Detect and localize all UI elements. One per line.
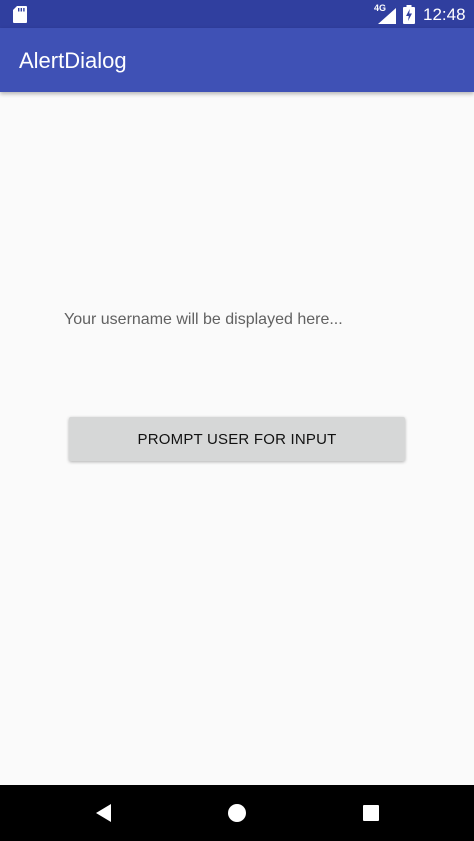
recent-apps-icon[interactable] <box>356 798 386 828</box>
app-bar: AlertDialog <box>0 28 474 92</box>
home-icon[interactable] <box>222 798 252 828</box>
cellular-signal: 4G <box>374 4 396 24</box>
clock: 12:48 <box>423 5 466 24</box>
battery-charging-icon <box>403 5 415 24</box>
phone-screen: 4G 12:48 AlertDialog Your username will … <box>0 0 474 841</box>
app-title: AlertDialog <box>19 48 127 73</box>
username-display-text: Your username will be displayed here... <box>64 311 343 328</box>
sd-card-icon <box>13 6 27 23</box>
navigation-bar <box>0 785 474 841</box>
main-content: Your username will be displayed here... … <box>0 92 474 785</box>
back-icon[interactable] <box>89 798 119 828</box>
prompt-user-button[interactable]: PROMPT USER FOR INPUT <box>69 417 405 461</box>
status-bar: 4G 12:48 <box>0 0 474 28</box>
signal-icon <box>378 8 396 24</box>
